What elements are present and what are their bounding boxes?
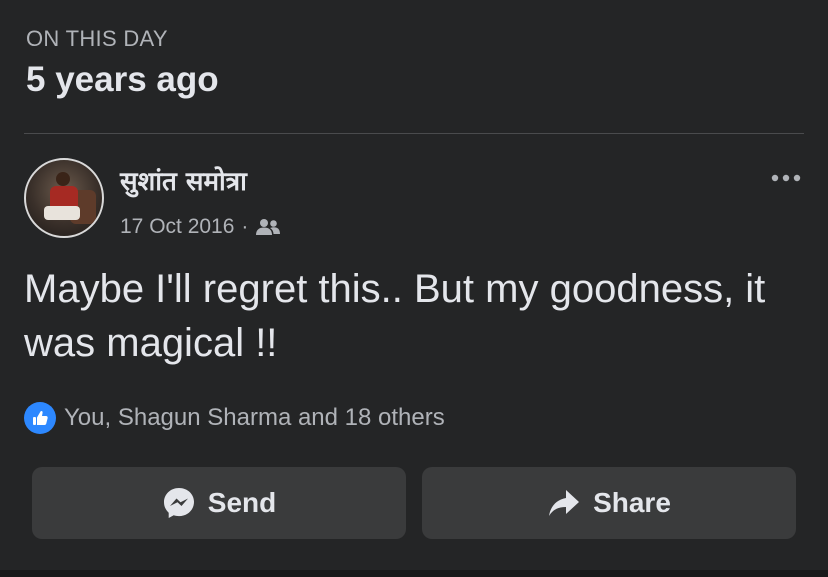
like-icon — [24, 402, 56, 434]
reactions-row[interactable]: You, Shagun Sharma and 18 others — [24, 401, 445, 435]
meta-separator: · — [241, 215, 249, 238]
share-label: Share — [593, 487, 671, 518]
bottom-strip — [0, 570, 828, 577]
send-button[interactable]: Send — [32, 467, 406, 539]
reaction-summary[interactable]: You, Shagun Sharma and 18 others — [64, 404, 445, 432]
more-options-button[interactable] — [768, 166, 804, 190]
send-label: Send — [207, 487, 277, 518]
memory-label: ON THIS DAY — [26, 26, 168, 51]
messenger-icon — [162, 486, 196, 520]
post-date[interactable]: 17 Oct 2016 — [120, 214, 234, 240]
more-options-icon — [771, 174, 801, 182]
avatar[interactable] — [24, 158, 104, 238]
friends-icon[interactable] — [255, 217, 281, 237]
author-name[interactable]: सुशांत समोत्रा — [120, 162, 247, 202]
divider — [24, 133, 804, 134]
post-header: सुशांत समोत्रा 17 Oct 2016 · — [24, 158, 804, 242]
post-meta: 17 Oct 2016 · — [120, 214, 281, 240]
memory-header: ON THIS DAY 5 years ago — [26, 26, 219, 100]
share-button[interactable]: Share — [422, 467, 796, 539]
share-arrow-icon — [547, 486, 581, 520]
post-text: Maybe I'll regret this.. But my goodness… — [24, 267, 766, 365]
memory-title: 5 years ago — [26, 60, 219, 99]
